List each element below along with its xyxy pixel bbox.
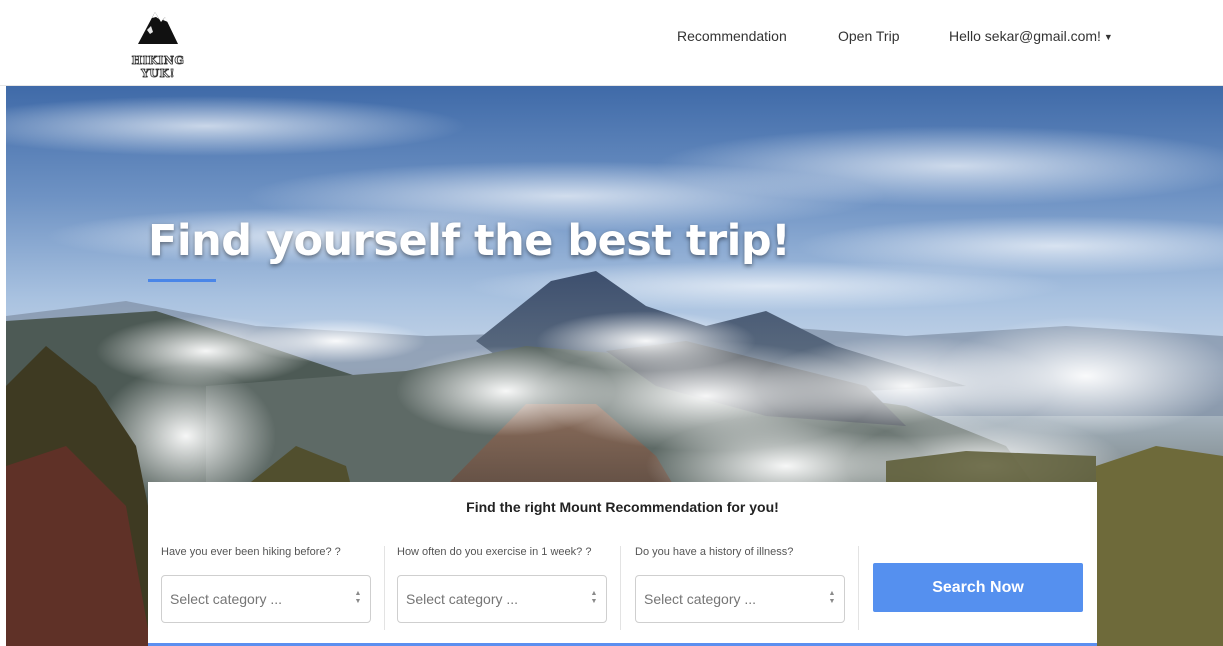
exercise-frequency-label: How often do you exercise in 1 week? ? [397, 546, 592, 558]
select-arrows-icon: ▲ ▼ [828, 590, 836, 605]
select-arrows-icon: ▲ ▼ [590, 590, 598, 605]
nav-link-open-trip[interactable]: Open Trip [838, 28, 899, 44]
user-menu-dropdown[interactable]: Hello sekar@gmail.com! ▼ [949, 28, 1113, 44]
select-arrows-icon: ▲ ▼ [354, 590, 362, 605]
hiking-experience-field: Have you ever been hiking before? ? Sele… [161, 546, 381, 623]
hiking-experience-select[interactable]: Select category ... ▲ ▼ [161, 575, 371, 623]
mountain-icon [138, 12, 178, 44]
user-menu-label: Hello sekar@gmail.com! [949, 28, 1101, 44]
hero-title: Find yourself the best trip! [148, 216, 791, 266]
hero-title-underline [148, 279, 216, 282]
exercise-frequency-field: How often do you exercise in 1 week? ? S… [397, 546, 617, 623]
exercise-frequency-select-value: Select category ... [406, 591, 519, 607]
illness-history-select[interactable]: Select category ... ▲ ▼ [635, 575, 845, 623]
illness-history-field: Do you have a history of illness? Select… [635, 546, 855, 623]
field-divider [620, 546, 621, 630]
nav-link-recommendation[interactable]: Recommendation [677, 28, 787, 44]
field-divider [858, 546, 859, 630]
brand-logo-text: HIKING YUK! [131, 54, 185, 81]
field-divider [384, 546, 385, 630]
illness-history-label: Do you have a history of illness? [635, 546, 794, 558]
brand-logo[interactable]: HIKING YUK! [118, 6, 198, 80]
exercise-frequency-select[interactable]: Select category ... ▲ ▼ [397, 575, 607, 623]
recommendation-search-panel: Find the right Mount Recommendation for … [148, 482, 1097, 646]
illness-history-select-value: Select category ... [644, 591, 757, 607]
search-panel-title: Find the right Mount Recommendation for … [466, 499, 779, 515]
navbar: HIKING YUK! Recommendation Open Trip Hel… [0, 0, 1223, 86]
hiking-experience-select-value: Select category ... [170, 591, 283, 607]
hiking-experience-label: Have you ever been hiking before? ? [161, 546, 341, 558]
search-now-button[interactable]: Search Now [873, 563, 1083, 612]
caret-down-icon: ▼ [1103, 32, 1113, 42]
